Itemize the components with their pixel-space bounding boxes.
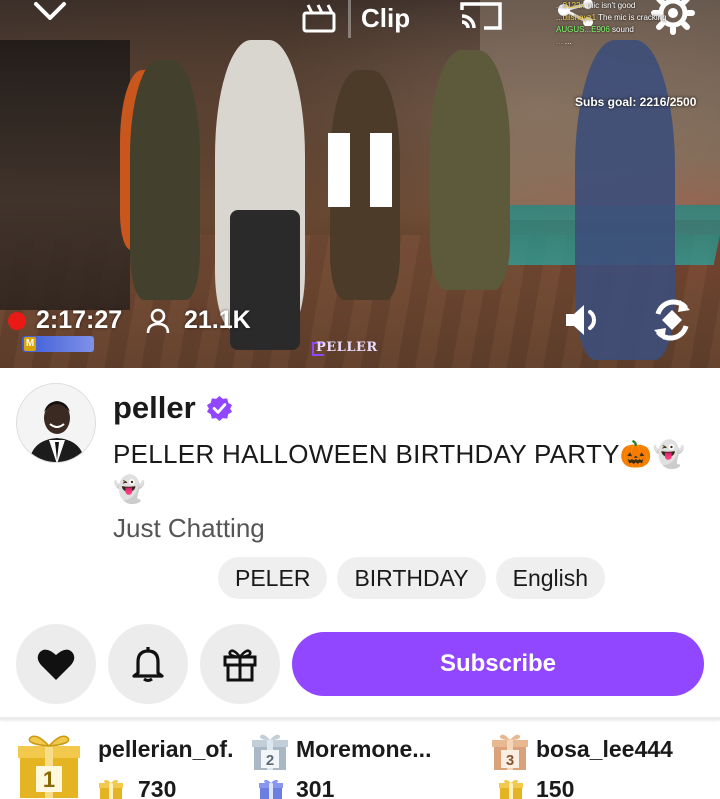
subs-goal: Subs goal: 2216/2500	[575, 95, 697, 109]
chat-line: ...0122x mic isn't good	[556, 1, 636, 10]
leader-name: pellerian_of.	[98, 736, 234, 762]
chat-overlay: ...0122x mic isn't good ...uilshayz1 The…	[556, 0, 716, 48]
silver-gift-rank-icon: 2	[252, 734, 288, 770]
gift-icon	[223, 649, 257, 682]
channel-name[interactable]: peller	[113, 390, 196, 426]
viewer-icon	[146, 308, 170, 334]
svg-text:2: 2	[266, 752, 274, 769]
tag-chip[interactable]: PELER	[218, 557, 328, 599]
gift-sub-button[interactable]	[200, 624, 280, 704]
tag-chip[interactable]: BIRTHDAY	[337, 557, 486, 599]
leaderboard-entry[interactable]: 1 pellerian_of. 730	[16, 728, 246, 799]
chevron-down-icon[interactable]	[30, 0, 70, 24]
notifications-button[interactable]	[108, 624, 188, 704]
clip-button[interactable]: Clip	[300, 0, 410, 40]
channel-watermark-logo	[22, 336, 94, 352]
watermark-text: PELLER	[316, 340, 378, 355]
elapsed-time: 2:17:27	[36, 306, 123, 334]
leader-count: 301	[296, 776, 335, 799]
viewer-count: 21.1K	[184, 306, 251, 334]
pause-button[interactable]	[328, 133, 392, 207]
bronze-gift-rank-icon: 3	[492, 734, 528, 770]
clip-divider	[348, 0, 351, 38]
tag-list: PELER BIRTHDAY English	[218, 557, 606, 599]
chat-line: ...uilshayz1 The mic is cracking	[556, 13, 667, 22]
heart-icon	[37, 649, 75, 680]
gift-count-icon	[99, 779, 123, 799]
svg-text:1: 1	[43, 767, 55, 792]
video-person	[130, 60, 200, 300]
leader-name: Moremone...	[296, 736, 432, 762]
pause-icon-bar	[328, 133, 350, 207]
tag-chip[interactable]: English	[495, 557, 606, 599]
gold-gift-rank-icon: 1	[18, 735, 80, 798]
volume-icon[interactable]	[562, 298, 606, 342]
video-person	[430, 50, 510, 290]
leader-count: 730	[138, 776, 177, 799]
pause-icon-bar	[370, 133, 392, 207]
gift-count-icon	[499, 779, 523, 799]
rotate-icon[interactable]	[650, 296, 694, 344]
leader-count: 150	[536, 776, 575, 799]
video-crowd	[0, 40, 130, 310]
clip-icon	[302, 4, 336, 33]
avatar[interactable]	[16, 383, 96, 463]
svg-text:3: 3	[506, 752, 514, 769]
verified-badge-icon	[206, 395, 233, 422]
avatar-image	[17, 384, 95, 462]
stream-title: PELLER HALLOWEEN BIRTHDAY PARTY🎃👻👻	[113, 439, 686, 504]
leader-name: bosa_lee444	[536, 736, 673, 762]
leaderboard-entry[interactable]: 2 Moremone... 301	[250, 728, 470, 799]
section-divider	[0, 717, 720, 720]
bell-icon	[132, 647, 164, 682]
video-player[interactable]: Clip ...0122x mic isn't good ...uilshayz…	[0, 0, 720, 368]
subscribe-button[interactable]: Subscribe	[292, 632, 704, 696]
category-link[interactable]: Just Chatting	[113, 513, 265, 544]
cast-icon[interactable]	[458, 0, 504, 30]
leaderboard-entry[interactable]: 3 bosa_lee444 150	[490, 728, 710, 799]
chat-line: ... ...	[556, 37, 572, 46]
gift-count-icon	[259, 779, 283, 799]
live-indicator	[8, 312, 26, 330]
clip-label: Clip	[361, 2, 411, 33]
chat-line: AUGUS...E906 sound	[556, 25, 634, 34]
follow-button[interactable]	[16, 624, 96, 704]
